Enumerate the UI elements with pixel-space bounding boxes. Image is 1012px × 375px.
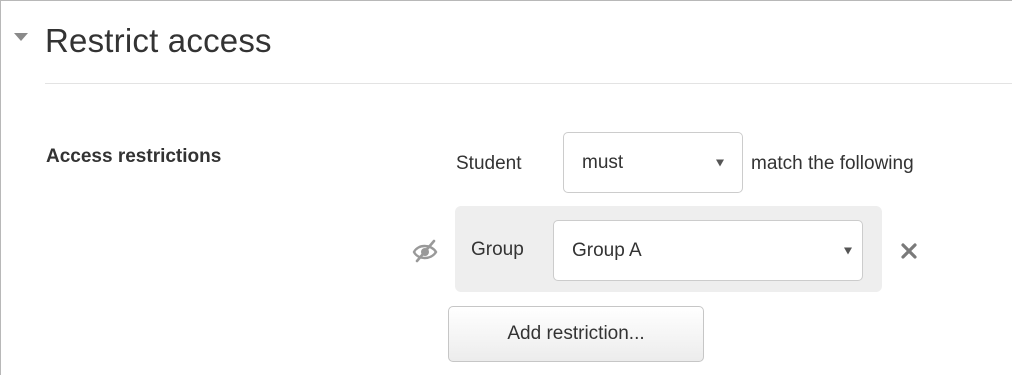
section-header[interactable]: Restrict access	[1, 1, 1012, 83]
section-title[interactable]: Restrict access	[45, 19, 272, 63]
chevron-down-icon	[844, 247, 852, 254]
add-restriction-button[interactable]: Add restriction...	[448, 306, 704, 362]
access-restrictions-label: Access restrictions	[46, 146, 222, 167]
collapse-caret-icon[interactable]	[14, 33, 28, 41]
restrict-access-panel: Restrict access Access restrictions Stud…	[0, 0, 1012, 375]
chevron-down-icon	[716, 159, 724, 166]
section-divider	[45, 83, 1012, 84]
must-select-value: must	[582, 151, 624, 173]
condition-type-label: Group	[471, 239, 524, 260]
must-select[interactable]: must	[563, 132, 743, 193]
close-icon[interactable]	[900, 242, 918, 260]
student-label: Student	[456, 153, 522, 174]
match-following-label: match the following	[751, 153, 914, 174]
eye-slash-icon[interactable]	[412, 239, 438, 268]
group-select[interactable]: Group A	[553, 220, 863, 281]
group-select-value: Group A	[572, 239, 642, 261]
